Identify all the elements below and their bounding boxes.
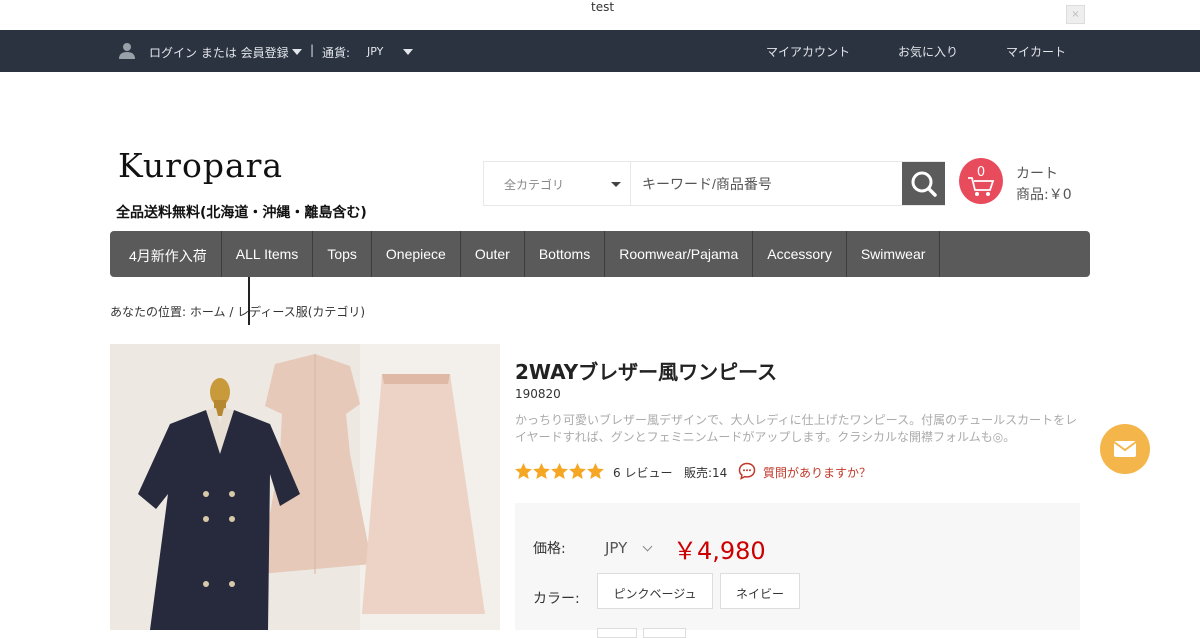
sold-count: 販売:14 — [684, 466, 728, 480]
category-select-label: 全カテゴリ — [504, 178, 565, 192]
color-label: カラー: — [533, 591, 580, 607]
price-value: ￥4,980 — [673, 537, 766, 565]
search-bar: 全カテゴリ — [483, 161, 945, 206]
cart-label[interactable]: カート — [1016, 163, 1058, 183]
cart-total: 商品:￥0 — [1016, 187, 1072, 203]
color-option-pink-beige[interactable]: ピンクベージュ — [597, 573, 713, 609]
color-option-navy[interactable]: ネイビー — [720, 573, 800, 609]
nav-item-swimwear[interactable]: Swimwear — [847, 231, 941, 277]
chevron-down-icon — [611, 182, 621, 187]
currency-label: 通貨: — [322, 46, 351, 60]
price-panel — [515, 503, 1080, 630]
user-icon — [119, 43, 135, 59]
nav-item-roomwear[interactable]: Roomwear/Pajama — [605, 231, 754, 277]
favorites-link[interactable]: お気に入り — [898, 43, 958, 60]
my-account-link[interactable]: マイアカウント — [766, 43, 850, 60]
star-icon — [569, 463, 586, 479]
product-description: かっちり可愛いブレザー風デザインで、大人レディに仕上げたワンピース。付属のチュー… — [515, 413, 1078, 444]
category-select[interactable]: 全カテゴリ — [484, 162, 631, 205]
nav-item-outer[interactable]: Outer — [461, 231, 525, 277]
nav-item-all-items[interactable]: ALL Items — [222, 231, 314, 277]
search-input[interactable] — [632, 162, 902, 205]
star-icon — [515, 463, 532, 479]
breadcrumb[interactable]: あなたの位置: ホーム / レディース服(カテゴリ) — [110, 303, 365, 320]
question-link[interactable]: 質問がありますか？ — [763, 464, 871, 481]
star-icon — [533, 463, 550, 479]
currency-select[interactable]: JPY — [367, 45, 383, 58]
chevron-down-icon[interactable] — [292, 49, 302, 55]
product-code: 190820 — [515, 387, 561, 401]
star-icon — [551, 463, 568, 479]
nav-item-accessory[interactable]: Accessory — [753, 231, 847, 277]
price-label: 価格: — [533, 541, 566, 557]
search-icon — [911, 171, 937, 197]
rating-stars — [515, 463, 604, 479]
site-logo[interactable]: Kuropara — [118, 146, 283, 185]
notice-bar: test × — [0, 0, 1200, 30]
nav-item-new-arrivals[interactable]: 4月新作入荷 — [110, 231, 222, 277]
login-link[interactable]: ログイン または 会員登録 — [149, 44, 289, 61]
notice-close-button[interactable]: × — [1066, 5, 1085, 24]
main-nav: 4月新作入荷 ALL Items Tops Onepiece Outer Bot… — [110, 231, 1090, 277]
price-currency-select[interactable]: JPY — [605, 539, 627, 557]
product-title: 2WAYブレザー風ワンピース — [515, 360, 778, 384]
mail-icon — [1113, 441, 1137, 457]
chat-bubble-icon[interactable] — [738, 462, 756, 480]
separator: | — [310, 43, 315, 57]
nav-item-tops[interactable]: Tops — [313, 231, 372, 277]
nav-item-onepiece[interactable]: Onepiece — [372, 231, 461, 277]
reviews-link[interactable]: 6 レビュー — [613, 464, 672, 481]
cart-count-badge: 0 — [976, 165, 986, 180]
top-bar: ログイン または 会員登録 | 通貨: JPY マイアカウント お気に入り マイ… — [0, 30, 1200, 72]
contact-button[interactable] — [1100, 424, 1150, 474]
product-photo — [110, 344, 500, 630]
notice-text: test — [591, 0, 615, 14]
search-button[interactable] — [902, 162, 945, 205]
shipping-tagline: 全品送料無料(北海道・沖縄・離島含む) — [116, 205, 367, 221]
nav-item-bottoms[interactable]: Bottoms — [525, 231, 606, 277]
my-cart-link[interactable]: マイカート — [1006, 43, 1066, 60]
chevron-down-icon[interactable] — [403, 49, 413, 55]
star-icon — [587, 463, 604, 479]
product-image[interactable] — [110, 344, 500, 630]
